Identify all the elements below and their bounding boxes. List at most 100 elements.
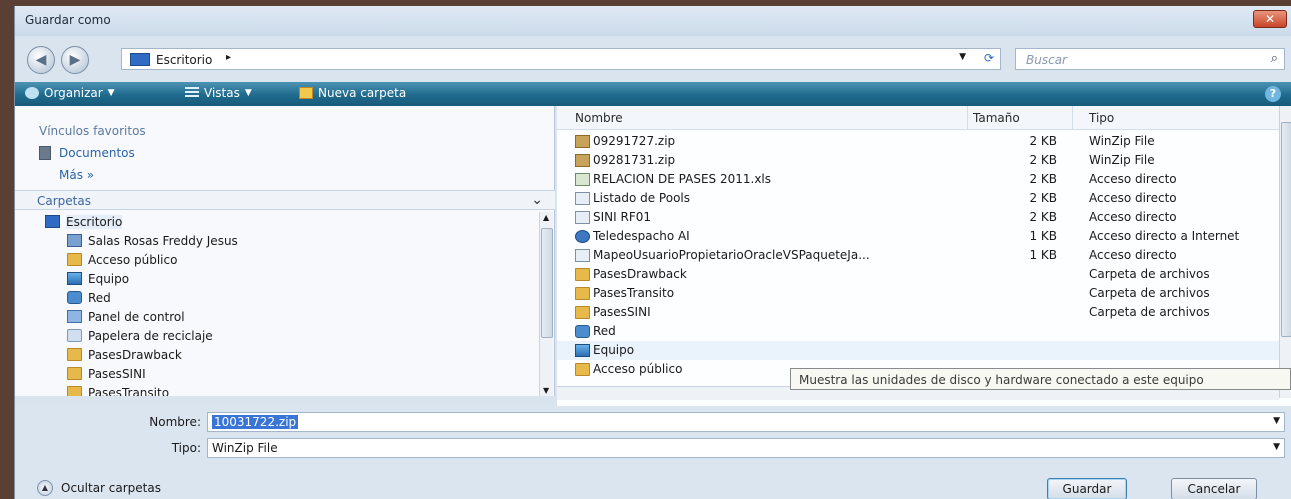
file-name: 09291727.zip xyxy=(593,134,676,148)
search-placeholder: Buscar xyxy=(1026,53,1067,67)
navigation-pane: Vínculos favoritos Documentos Más » Carp… xyxy=(15,106,555,396)
file-size: 1 KB xyxy=(1029,229,1057,243)
computer-icon xyxy=(575,343,590,357)
breadcrumb[interactable]: Escritorio xyxy=(156,53,212,67)
tree-item[interactable]: Acceso público xyxy=(67,250,177,269)
tree-item[interactable]: PasesSINI xyxy=(67,364,146,383)
tree-item-label: Red xyxy=(88,290,111,305)
hide-folders-label: Ocultar carpetas xyxy=(61,481,161,495)
scrollbar-thumb[interactable] xyxy=(1281,122,1291,337)
file-row[interactable]: Teledespacho AI 1 KB Acceso directo a In… xyxy=(557,227,1279,246)
file-size: 2 KB xyxy=(1029,191,1057,205)
tree-item-escritorio[interactable]: Escritorio xyxy=(45,212,123,231)
file-row[interactable]: PasesTransito Carpeta de archivos xyxy=(557,284,1279,303)
excel-shortcut-icon xyxy=(575,172,590,186)
file-row[interactable]: SINI RF01 2 KB Acceso directo xyxy=(557,208,1279,227)
address-bar[interactable]: Escritorio ▸ ▼ ⟳ xyxy=(121,48,1001,70)
chevron-down-icon[interactable]: ⌄ xyxy=(531,192,543,208)
file-type: Acceso directo xyxy=(1089,191,1177,205)
file-row[interactable]: MapeoUsuarioPropietarioOracleVSPaqueteJa… xyxy=(557,246,1279,265)
refresh-icon[interactable]: ⟳ xyxy=(984,51,994,65)
tree-item[interactable]: Equipo xyxy=(67,269,129,288)
file-row[interactable]: Listado de Pools 2 KB Acceso directo xyxy=(557,189,1279,208)
desktop-icon xyxy=(45,215,60,228)
organize-icon xyxy=(25,87,39,99)
file-list-scrollbar[interactable] xyxy=(1279,106,1291,398)
tree-item[interactable]: PasesDrawback xyxy=(67,345,182,364)
close-button[interactable]: ✕ xyxy=(1253,10,1287,28)
scroll-up-icon[interactable]: ▲ xyxy=(543,213,549,222)
file-name-value[interactable]: 10031722.zip xyxy=(212,415,299,429)
scroll-down-icon[interactable]: ▼ xyxy=(543,386,549,395)
file-type-select[interactable]: WinZip File ▼ xyxy=(207,438,1285,458)
file-size: 2 KB xyxy=(1029,153,1057,167)
address-dropdown-icon[interactable]: ▼ xyxy=(959,52,966,62)
column-divider[interactable] xyxy=(1072,106,1073,130)
forward-button[interactable]: ▶ xyxy=(61,46,89,74)
organize-menu[interactable]: Organizar ▼ xyxy=(25,86,115,100)
tree-item[interactable]: Panel de control xyxy=(67,307,185,326)
desktop-icon xyxy=(130,53,150,66)
file-name-field[interactable]: 10031722.zip ▼ xyxy=(207,412,1285,432)
folders-header[interactable]: Carpetas ⌄ xyxy=(15,190,555,210)
column-header-size[interactable]: Tamaño xyxy=(973,111,1020,125)
folder-tree: Escritorio Salas Rosas Freddy Jesus Acce… xyxy=(15,212,539,396)
views-menu[interactable]: Vistas ▼ xyxy=(185,86,252,100)
chevron-down-icon[interactable]: ▼ xyxy=(1273,416,1280,426)
file-size: 2 KB xyxy=(1029,172,1057,186)
file-row[interactable]: PasesDrawback Carpeta de archivos xyxy=(557,265,1279,284)
tree-item[interactable]: Red xyxy=(67,288,111,307)
column-divider[interactable] xyxy=(967,106,968,130)
views-icon xyxy=(185,87,199,99)
file-name-label: Nombre: xyxy=(149,415,201,429)
file-name: PasesTransito xyxy=(593,286,675,300)
hide-folders-toggle[interactable]: ▲ Ocultar carpetas xyxy=(37,480,161,496)
column-headers: Nombre Tamaño Tipo xyxy=(557,106,1279,130)
file-name: MapeoUsuarioPropietarioOracleVSPaqueteJa… xyxy=(593,248,870,262)
tree-item-label: PasesSINI xyxy=(88,366,146,381)
file-type-value: WinZip File xyxy=(212,441,278,455)
tree-item[interactable]: Papelera de reciclaje xyxy=(67,326,213,345)
favorite-label: Documentos xyxy=(59,146,135,160)
tree-item-label: Papelera de reciclaje xyxy=(88,328,213,343)
file-name: Acceso público xyxy=(593,362,683,376)
file-type: Carpeta de archivos xyxy=(1089,286,1210,300)
column-header-name[interactable]: Nombre xyxy=(575,111,623,125)
file-row[interactable]: 09291727.zip 2 KB WinZip File xyxy=(557,132,1279,151)
help-icon[interactable]: ? xyxy=(1265,86,1281,102)
back-button[interactable]: ◀ xyxy=(27,46,55,74)
folder-tree-scrollbar[interactable]: ▲ ▼ xyxy=(539,212,553,396)
file-row[interactable]: Equipo xyxy=(557,341,1279,360)
file-row[interactable]: PasesSINI Carpeta de archivos xyxy=(557,303,1279,322)
file-name: SINI RF01 xyxy=(593,210,651,224)
file-name: Teledespacho AI xyxy=(593,229,690,243)
column-header-type[interactable]: Tipo xyxy=(1089,111,1114,125)
search-input[interactable]: Buscar ⌕ xyxy=(1015,48,1285,70)
tree-item[interactable]: PasesTransito xyxy=(67,383,169,396)
command-bar: Organizar ▼ Vistas ▼ Nueva carpeta ? xyxy=(15,82,1291,106)
file-type-label: Tipo: xyxy=(171,441,201,455)
file-name: PasesSINI xyxy=(593,305,651,319)
cancel-button[interactable]: Cancelar xyxy=(1171,478,1257,499)
tree-item-label: Salas Rosas Freddy Jesus xyxy=(88,233,238,248)
tree-item-label: Acceso público xyxy=(88,252,178,267)
breadcrumb-arrow-icon[interactable]: ▸ xyxy=(226,52,231,63)
chevron-down-icon[interactable]: ▼ xyxy=(1273,442,1280,452)
internet-shortcut-icon xyxy=(575,229,590,243)
tree-item-label: PasesDrawback xyxy=(88,347,182,362)
favorite-documents-link[interactable]: Documentos xyxy=(39,146,135,160)
network-icon xyxy=(67,291,82,304)
file-name: RELACION DE PASES 2011.xls xyxy=(593,172,772,186)
file-row[interactable]: Red xyxy=(557,322,1279,341)
file-type: Acceso directo xyxy=(1089,248,1177,262)
search-icon[interactable]: ⌕ xyxy=(1271,51,1278,66)
new-folder-button[interactable]: Nueva carpeta xyxy=(299,86,406,100)
more-favorites-link[interactable]: Más » xyxy=(59,168,94,182)
save-button[interactable]: Guardar xyxy=(1047,478,1127,499)
scrollbar-thumb[interactable] xyxy=(541,228,553,338)
file-size: 1 KB xyxy=(1029,248,1057,262)
tree-item[interactable]: Salas Rosas Freddy Jesus xyxy=(67,231,238,250)
file-row[interactable]: RELACION DE PASES 2011.xls 2 KB Acceso d… xyxy=(557,170,1279,189)
save-as-dialog: Guardar como ✕ ◀ ▶ Escritorio ▸ ▼ ⟳ Busc… xyxy=(14,6,1291,499)
file-row[interactable]: 09281731.zip 2 KB WinZip File xyxy=(557,151,1279,170)
